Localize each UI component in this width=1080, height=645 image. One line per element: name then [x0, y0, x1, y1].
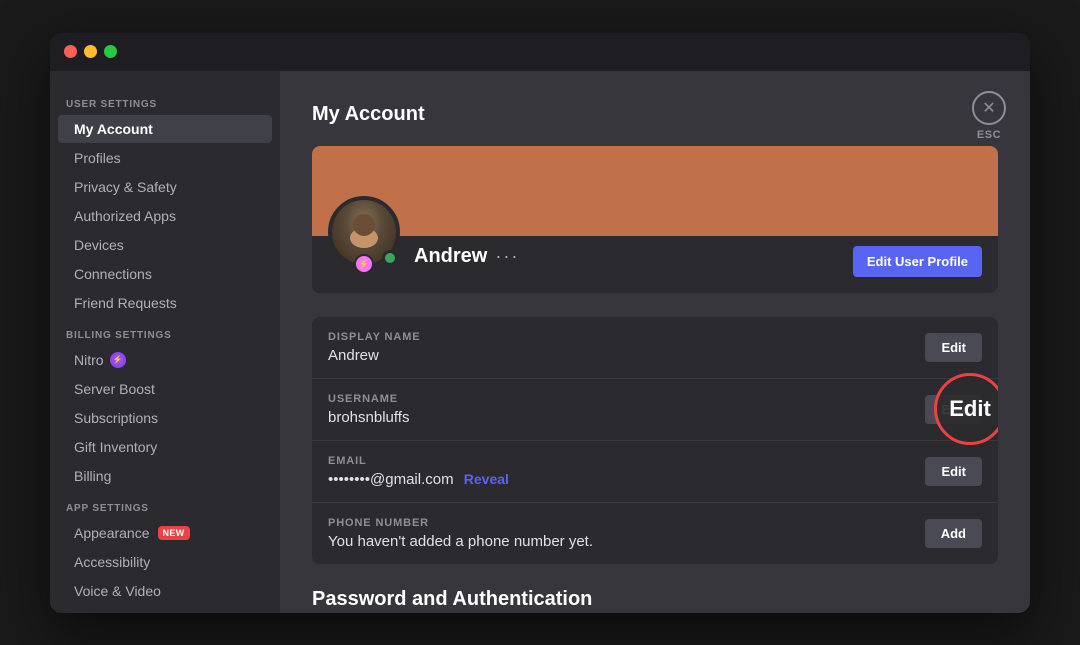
email-field-left: EMAIL ••••••••@gmail.com Reveal: [328, 455, 509, 488]
window-body: USER SETTINGS My Account Profiles Privac…: [50, 71, 1030, 613]
nitro-icon: ⚡: [110, 352, 126, 368]
sidebar: USER SETTINGS My Account Profiles Privac…: [50, 71, 280, 613]
sidebar-item-profiles[interactable]: Profiles: [58, 144, 272, 172]
sidebar-item-devices-label: Devices: [74, 237, 124, 253]
profile-info-row: ⚡ Andrew ··· Edit User Profile: [312, 226, 998, 293]
password-section-title: Password and Authentication: [312, 588, 998, 611]
email-value: ••••••••@gmail.com Reveal: [328, 471, 509, 488]
sidebar-item-server-boost[interactable]: Server Boost: [58, 375, 272, 403]
display-name: Andrew: [414, 245, 487, 268]
fullscreen-button[interactable]: [104, 45, 117, 58]
sidebar-item-text-images-label: Text & Images: [74, 612, 163, 613]
boost-icon: ⚡: [358, 259, 369, 270]
phone-add-button[interactable]: Add: [925, 519, 982, 548]
boost-badge: ⚡: [354, 254, 374, 274]
username-edit-button[interactable]: Edit: [925, 395, 982, 424]
esc-label: ESC: [977, 129, 1001, 141]
display-name-field-row: DISPLAY NAME Andrew Edit: [312, 317, 998, 379]
close-button[interactable]: [64, 45, 77, 58]
email-masked: ••••••••@gmail.com: [328, 471, 454, 488]
sidebar-item-text-images[interactable]: Text & Images: [58, 606, 272, 613]
account-fields: DISPLAY NAME Andrew Edit USERNAME brohsn…: [312, 317, 998, 564]
username-field-row: USERNAME brohsnbluffs Edit Edit: [312, 379, 998, 441]
sidebar-item-appearance-label: Appearance: [74, 525, 150, 541]
email-edit-button[interactable]: Edit: [925, 457, 982, 486]
online-indicator: [382, 250, 398, 266]
sidebar-item-appearance[interactable]: Appearance NEW: [58, 519, 272, 547]
display-name-field-left: DISPLAY NAME Andrew: [328, 331, 420, 364]
sidebar-item-voice-video-label: Voice & Video: [74, 583, 161, 599]
profile-card: ⚡ Andrew ··· Edit User Profile: [312, 146, 998, 293]
page-title: My Account: [312, 103, 998, 126]
phone-field-left: PHONE NUMBER You haven't added a phone n…: [328, 517, 593, 550]
minimize-button[interactable]: [84, 45, 97, 58]
sidebar-item-my-account-label: My Account: [74, 121, 153, 137]
appearance-new-badge: NEW: [158, 526, 190, 540]
avatar-wrap: ⚡: [328, 196, 400, 268]
app-window: USER SETTINGS My Account Profiles Privac…: [50, 33, 1030, 613]
more-options-icon[interactable]: ···: [495, 246, 519, 267]
sidebar-item-devices[interactable]: Devices: [58, 231, 272, 259]
main-content: ✕ ESC My Account ⚡: [280, 71, 1030, 613]
display-name-edit-button[interactable]: Edit: [925, 333, 982, 362]
email-field-row: EMAIL ••••••••@gmail.com Reveal Edit: [312, 441, 998, 503]
sidebar-item-connections[interactable]: Connections: [58, 260, 272, 288]
phone-label: PHONE NUMBER: [328, 517, 593, 529]
user-settings-label: USER SETTINGS: [50, 87, 280, 114]
sidebar-item-profiles-label: Profiles: [74, 150, 121, 166]
display-name-value: Andrew: [328, 347, 420, 364]
sidebar-item-voice-video[interactable]: Voice & Video: [58, 577, 272, 605]
sidebar-item-my-account[interactable]: My Account: [58, 115, 272, 143]
profile-banner: [312, 146, 998, 236]
username-label: USERNAME: [328, 393, 409, 405]
sidebar-item-friend-requests-label: Friend Requests: [74, 295, 177, 311]
sidebar-item-gift-inventory-label: Gift Inventory: [74, 439, 157, 455]
sidebar-item-friend-requests[interactable]: Friend Requests: [58, 289, 272, 317]
phone-field-row: PHONE NUMBER You haven't added a phone n…: [312, 503, 998, 564]
titlebar: [50, 33, 1030, 71]
sidebar-item-authorized-apps[interactable]: Authorized Apps: [58, 202, 272, 230]
sidebar-item-nitro-label: Nitro: [74, 352, 104, 368]
sidebar-item-subscriptions[interactable]: Subscriptions: [58, 404, 272, 432]
sidebar-item-gift-inventory[interactable]: Gift Inventory: [58, 433, 272, 461]
sidebar-item-subscriptions-label: Subscriptions: [74, 410, 158, 426]
sidebar-item-server-boost-label: Server Boost: [74, 381, 155, 397]
email-label: EMAIL: [328, 455, 509, 467]
sidebar-item-privacy-safety[interactable]: Privacy & Safety: [58, 173, 272, 201]
traffic-lights: [64, 45, 117, 58]
display-name-label: DISPLAY NAME: [328, 331, 420, 343]
phone-value: You haven't added a phone number yet.: [328, 533, 593, 550]
sidebar-item-connections-label: Connections: [74, 266, 152, 282]
billing-settings-label: BILLING SETTINGS: [50, 318, 280, 345]
sidebar-item-nitro[interactable]: Nitro ⚡: [58, 346, 272, 374]
esc-circle-icon: ✕: [972, 91, 1006, 125]
username-row: Andrew ··· Edit User Profile: [414, 226, 982, 277]
sidebar-item-accessibility[interactable]: Accessibility: [58, 548, 272, 576]
reveal-link[interactable]: Reveal: [464, 471, 509, 487]
sidebar-item-authorized-apps-label: Authorized Apps: [74, 208, 176, 224]
sidebar-item-billing[interactable]: Billing: [58, 462, 272, 490]
sidebar-item-accessibility-label: Accessibility: [74, 554, 150, 570]
sidebar-item-billing-label: Billing: [74, 468, 111, 484]
edit-profile-button[interactable]: Edit User Profile: [853, 246, 982, 277]
app-settings-label: APP SETTINGS: [50, 491, 280, 518]
username-field-left: USERNAME brohsnbluffs: [328, 393, 409, 426]
sidebar-item-privacy-safety-label: Privacy & Safety: [74, 179, 177, 195]
esc-button[interactable]: ✕ ESC: [972, 91, 1006, 141]
username-value: brohsnbluffs: [328, 409, 409, 426]
